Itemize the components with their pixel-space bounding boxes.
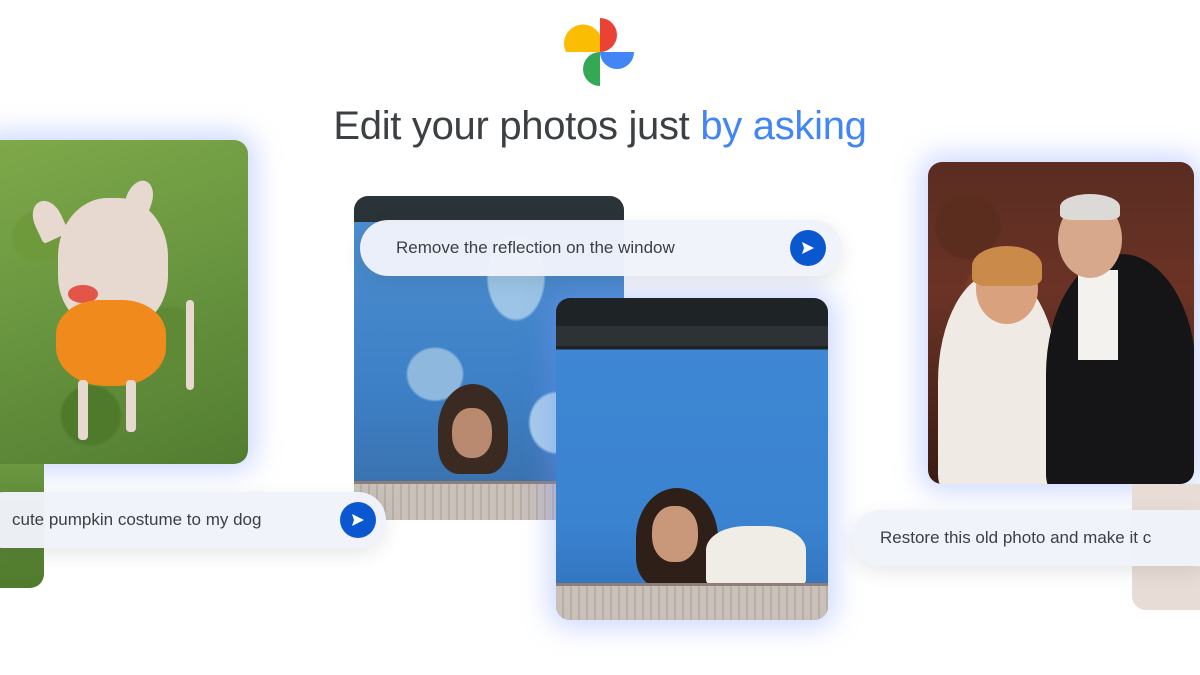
google-photos-logo-icon	[563, 18, 634, 86]
old-couple-photo[interactable]	[928, 162, 1194, 484]
headline-accent: by asking	[700, 104, 867, 148]
send-button-reflection[interactable]	[790, 230, 826, 266]
prompt-reflection-text: Remove the reflection on the window	[396, 238, 675, 257]
headline-plain: Edit your photos just	[333, 104, 701, 148]
window-clean-photo[interactable]	[556, 298, 828, 620]
prompt-pill-reflection[interactable]: Remove the reflection on the window	[360, 220, 842, 276]
prompt-restore-text: Restore this old photo and make it c	[880, 528, 1152, 547]
prompt-pill-dog[interactable]: cute pumpkin costume to my dog	[0, 492, 386, 548]
send-button-dog[interactable]	[340, 502, 376, 538]
prompt-dog-text: cute pumpkin costume to my dog	[12, 510, 262, 529]
man-in-tuxedo	[1046, 254, 1194, 484]
pumpkin-costume	[56, 300, 166, 386]
prompt-pill-restore[interactable]: Restore this old photo and make it c	[852, 510, 1200, 566]
send-arrow-icon	[802, 242, 814, 254]
dog-photo[interactable]	[0, 140, 248, 464]
send-arrow-icon	[352, 514, 364, 526]
